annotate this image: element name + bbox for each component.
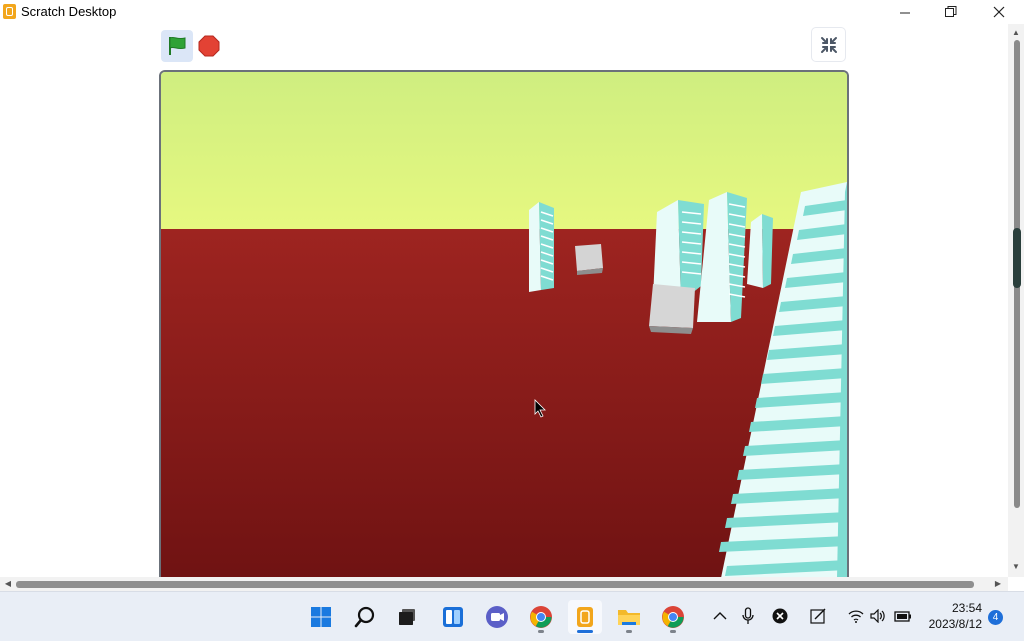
pen-square-icon	[810, 608, 826, 624]
scroll-left-arrow[interactable]: ◀	[0, 579, 16, 588]
active-indicator	[577, 630, 593, 633]
taskbar-task-view[interactable]	[390, 600, 424, 634]
mouse-cursor	[534, 399, 546, 418]
vertical-scroll-thumb-grip[interactable]	[1013, 228, 1021, 288]
chat-icon	[486, 606, 508, 628]
scroll-down-arrow[interactable]: ▼	[1008, 562, 1024, 571]
taskbar-start[interactable]	[304, 600, 338, 634]
green-flag-button[interactable]	[161, 30, 193, 62]
tray-battery[interactable]	[893, 606, 913, 626]
taskbar-widgets[interactable]	[436, 600, 470, 634]
folder-icon	[618, 610, 640, 625]
horizontal-scrollbar[interactable]: ◀ ▶	[0, 577, 1008, 591]
taskbar: 23:54 2023/8/12 4	[0, 591, 1024, 641]
clock-time: 23:54	[951, 601, 982, 615]
window-title: Scratch Desktop	[21, 4, 117, 19]
speaker-icon	[870, 609, 885, 623]
taskbar-chrome-1[interactable]	[524, 600, 558, 634]
horizontal-scroll-thumb[interactable]	[16, 581, 974, 588]
clock-date: 2023/8/12	[928, 617, 982, 631]
notification-badge[interactable]: 4	[988, 610, 1003, 625]
x-circle-icon	[772, 608, 788, 624]
stop-button[interactable]	[197, 33, 221, 59]
taskbar-chat[interactable]	[480, 600, 514, 634]
chrome-icon	[662, 606, 684, 628]
task-view-icon	[399, 609, 415, 625]
large-box	[649, 284, 695, 334]
windows-start-icon	[311, 607, 331, 627]
stop-sign-icon	[198, 35, 220, 57]
tray-edit-app[interactable]	[808, 606, 828, 626]
exit-fullscreen-icon	[820, 36, 837, 53]
tray-overflow-button[interactable]	[710, 606, 730, 626]
running-indicator	[538, 630, 544, 633]
battery-plug-icon	[894, 611, 911, 622]
tower-thin	[747, 214, 773, 288]
scroll-up-arrow[interactable]: ▲	[1008, 28, 1024, 37]
window-titlebar: Scratch Desktop	[0, 0, 1024, 24]
taskbar-clock[interactable]: 23:54 2023/8/12	[920, 600, 982, 632]
minimize-icon	[899, 12, 910, 13]
small-box	[575, 244, 603, 275]
chrome-icon	[530, 606, 552, 628]
restore-button[interactable]	[928, 0, 974, 24]
running-indicator	[670, 630, 676, 633]
tray-microphone[interactable]	[738, 606, 758, 626]
tray-app-x[interactable]	[770, 606, 790, 626]
taskbar-scratch[interactable]	[568, 600, 602, 634]
running-indicator	[626, 630, 632, 633]
scroll-right-arrow[interactable]: ▶	[990, 579, 1006, 588]
chevron-up-icon	[713, 612, 727, 620]
taskbar-file-explorer[interactable]	[612, 600, 646, 634]
taskbar-search[interactable]	[348, 600, 382, 634]
search-icon	[354, 606, 375, 628]
stage-header	[0, 24, 1008, 68]
close-button[interactable]	[976, 0, 1022, 24]
scratch-app-icon	[3, 4, 16, 19]
taskbar-chrome-2[interactable]	[656, 600, 690, 634]
widgets-icon	[443, 607, 463, 627]
microphone-icon	[742, 607, 754, 624]
exit-fullscreen-button[interactable]	[812, 28, 845, 61]
tower-mid	[697, 192, 747, 322]
scratch-icon	[577, 607, 593, 627]
tray-wifi[interactable]	[846, 606, 866, 626]
3d-scene	[529, 182, 847, 578]
wifi-icon	[848, 610, 864, 623]
tray-volume[interactable]	[868, 606, 888, 626]
stage-canvas[interactable]	[159, 70, 849, 578]
close-icon	[993, 6, 1005, 18]
restore-icon	[945, 6, 957, 17]
tower-far-left	[529, 202, 554, 292]
minimize-button[interactable]	[882, 0, 928, 24]
vertical-scrollbar[interactable]: ▲ ▼	[1008, 24, 1024, 577]
green-flag-icon	[169, 36, 186, 55]
